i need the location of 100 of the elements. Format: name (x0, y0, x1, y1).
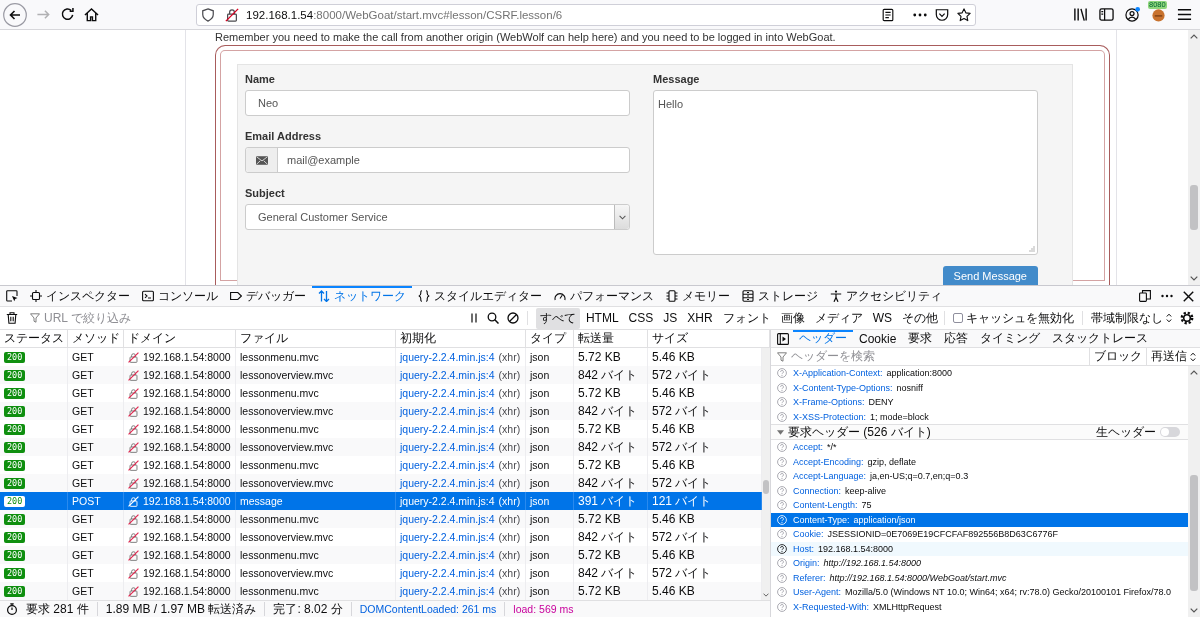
header-row[interactable]: Content-Length: 75 (771, 498, 1188, 513)
close-icon[interactable] (1183, 290, 1194, 302)
detail-tab[interactable]: 要求 (902, 330, 939, 347)
home-icon[interactable] (84, 7, 99, 22)
header-row[interactable]: Origin: http://192.168.1.54:8000 (771, 556, 1188, 571)
initiator-link[interactable]: jquery-2.2.4.min.js:4 (400, 567, 495, 579)
address-bar[interactable]: 192.168.1.54:8000/WebGoat/start.mvc#lesson/CSRF.lesson/6 (196, 3, 976, 26)
send-button[interactable]: Send Message (942, 266, 1038, 285)
resize-grip-icon[interactable] (1029, 246, 1035, 252)
chevron-up-icon[interactable] (1190, 34, 1198, 39)
filter-button[interactable]: メディア (810, 307, 867, 329)
initiator-link[interactable]: jquery-2.2.4.min.js:4 (400, 495, 495, 507)
search-icon[interactable] (486, 312, 499, 324)
picker-icon[interactable] (6, 290, 18, 302)
header-row[interactable]: Cookie: JSESSIONID=0E7069E19CFCFAF892556B8D63C6776F (771, 527, 1188, 542)
header-row[interactable]: X-Content-Type-Options: nosniff (771, 380, 1188, 395)
filter-button[interactable]: その他 (898, 307, 942, 329)
header-row[interactable]: Accept-Language: ja,en-US;q=0.7,en;q=0.3 (771, 469, 1188, 484)
request-row[interactable]: 200 GET 192.168.1.54:8000 lessonmenu.mvc jquery-2.2.4.min.js:4 (xhr) json 5.72 KB 5.46 KB (0, 546, 762, 564)
initiator-link[interactable]: jquery-2.2.4.min.js:4 (400, 477, 495, 489)
request-row[interactable]: 200 GET 192.168.1.54:8000 lessonmenu.mvc jquery-2.2.4.min.js:4 (xhr) json 5.72 KB 5.46 KB (0, 582, 762, 600)
toggle-switch[interactable] (1160, 427, 1180, 437)
request-row[interactable]: 200 GET 192.168.1.54:8000 lessonoverview.mvc jquery-2.2.4.min.js:4 (xhr) json 842 バイト 572 バイト (0, 474, 762, 492)
document-icon[interactable] (881, 7, 895, 22)
request-row[interactable]: 200 POST 192.168.1.54:8000 message jquery-2.2.4.min.js:4 (xhr) json 391 バイト 121 バイト (0, 492, 762, 510)
chevron-down-icon[interactable] (763, 593, 769, 597)
message-field[interactable]: Hello (653, 90, 1038, 255)
help-icon[interactable] (777, 543, 787, 554)
scrollbar-thumb[interactable] (763, 480, 769, 494)
initiator-link[interactable]: jquery-2.2.4.min.js:4 (400, 405, 495, 417)
section-header[interactable]: 要求ヘッダー (526 バイト) 生ヘッダー (771, 424, 1188, 440)
header-row[interactable]: Host: 192.168.1.54:8000 (771, 541, 1188, 556)
resend-button[interactable]: 再送信 (1146, 348, 1200, 365)
devtools-tab[interactable]: インスペクター (24, 286, 136, 306)
detail-tab[interactable]: タイミング (974, 330, 1047, 347)
shield-icon[interactable] (201, 7, 215, 22)
detail-tab[interactable]: スタックトレース (1046, 330, 1155, 347)
chevron-up-icon[interactable] (1190, 370, 1198, 375)
filter-button[interactable]: CSS (624, 309, 658, 327)
account-icon[interactable] (1125, 7, 1140, 22)
detail-tab[interactable]: 応答 (938, 330, 975, 347)
filter-button[interactable]: WS (868, 309, 896, 327)
header-row[interactable]: Content-Type: application/json (771, 512, 1188, 527)
books-icon[interactable] (1073, 7, 1088, 22)
email-field[interactable]: mail@example (245, 147, 630, 173)
filter-button[interactable]: 画像 (776, 307, 809, 329)
block-icon[interactable] (506, 312, 519, 324)
header-row[interactable]: User-Agent: Mozilla/5.0 (Windows NT 10.0; Win64; x64; rv:78.0) Gecko/20100101 Firefox/78.0 (771, 585, 1188, 600)
filter-button[interactable]: XHR (683, 309, 717, 327)
menu-icon[interactable] (1177, 7, 1192, 22)
crossed-lock-icon[interactable] (225, 7, 239, 22)
subject-dropdown[interactable]: General Customer Service (245, 204, 630, 230)
scrollbar-thumb[interactable] (1190, 185, 1198, 230)
chevron-down-icon[interactable] (1190, 276, 1198, 281)
column-header[interactable]: ステータス (0, 330, 68, 347)
reload-icon[interactable] (60, 7, 75, 22)
devtools-tab[interactable]: スタイルエディター (412, 286, 548, 306)
column-header[interactable]: サイズ (648, 330, 770, 347)
checkbox-label[interactable]: キャッシュを無効化 (966, 309, 1074, 327)
block-button[interactable]: ブロック (1089, 348, 1146, 365)
request-row[interactable]: 200 GET 192.168.1.54:8000 lessonmenu.mvc jquery-2.2.4.min.js:4 (xhr) json 5.72 KB 5.46 KB (0, 510, 762, 528)
pause-icon[interactable] (468, 313, 479, 323)
header-row[interactable]: Referer: http://192.168.1.54:8000/WebGoat/start.mvc (771, 570, 1188, 585)
initiator-link[interactable]: jquery-2.2.4.min.js:4 (400, 387, 495, 399)
scrollbar[interactable] (1188, 30, 1200, 285)
initiator-link[interactable]: jquery-2.2.4.min.js:4 (400, 531, 495, 543)
devtools-tab[interactable]: メモリー (660, 286, 736, 306)
caret-icon[interactable] (777, 429, 784, 435)
header-row[interactable]: X-Frame-Options: DENY (771, 395, 1188, 410)
filter-button[interactable]: フォント (718, 307, 775, 329)
scrollbar[interactable] (1188, 366, 1200, 617)
devtools-tab[interactable]: ストレージ (736, 286, 824, 306)
devtools-tab[interactable]: アクセシビリティ (824, 286, 948, 306)
extension-icon[interactable] (1151, 7, 1166, 22)
initiator-link[interactable]: jquery-2.2.4.min.js:4 (400, 441, 495, 453)
sidebar-icon[interactable] (1099, 7, 1114, 22)
initiator-link[interactable]: jquery-2.2.4.min.js:4 (400, 513, 495, 525)
column-header[interactable]: 転送量 (574, 330, 648, 347)
header-row[interactable]: X-Requested-With: XMLHttpRequest (771, 599, 1188, 614)
initiator-link[interactable]: jquery-2.2.4.min.js:4 (400, 459, 495, 471)
devtools-tab[interactable]: ネットワーク (312, 286, 412, 306)
throttle-menu[interactable]: 帯域制限なし (1091, 309, 1172, 327)
column-header[interactable]: ドメイン (124, 330, 236, 347)
initiator-link[interactable]: jquery-2.2.4.min.js:4 (400, 351, 495, 363)
header-row[interactable]: Accept-Encoding: gzip, deflate (771, 454, 1188, 469)
column-header[interactable]: タイプ (526, 330, 574, 347)
filter-button[interactable]: JS (659, 309, 682, 327)
scrollbar[interactable] (762, 348, 770, 600)
devtools-tab[interactable]: デバッガー (224, 286, 312, 306)
header-row[interactable]: Connection: keep-alive (771, 483, 1188, 498)
column-header[interactable]: ファイル (236, 330, 396, 347)
scrollbar-thumb[interactable] (1190, 475, 1198, 591)
name-field[interactable]: Neo (245, 90, 630, 116)
back-icon[interactable] (3, 2, 27, 27)
chevron-down-icon[interactable] (1190, 608, 1198, 613)
trash-icon[interactable] (6, 312, 18, 324)
header-row[interactable]: X-Application-Context: application:8000 (771, 366, 1188, 381)
chevron-shield-icon[interactable] (935, 7, 949, 22)
window-icon[interactable] (1139, 290, 1151, 302)
devtools-tab[interactable]: コンソール (136, 286, 224, 306)
